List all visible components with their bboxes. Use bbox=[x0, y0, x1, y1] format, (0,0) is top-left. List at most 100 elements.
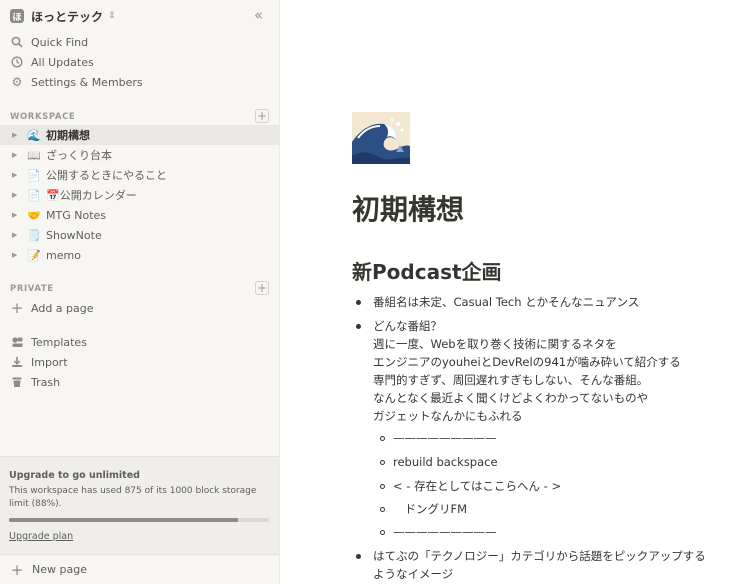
bullet-item[interactable]: 番組名は未定、Casual Tech とかそんなニュアンス bbox=[356, 293, 639, 311]
add-a-page-label: Add a page bbox=[31, 301, 94, 315]
sidebar-page-rough-script[interactable]: ▶ 📖 ざっくり台本 bbox=[0, 145, 279, 165]
great-wave-emoji-icon[interactable] bbox=[352, 112, 410, 164]
upgrade-panel: Upgrade to go unlimited This workspace h… bbox=[0, 456, 279, 554]
sidebar-page-memo[interactable]: ▶ 📝 memo bbox=[0, 245, 279, 265]
sidebar-page-label: ShowNote bbox=[46, 228, 102, 242]
import-icon bbox=[10, 356, 24, 368]
upgrade-plan-link[interactable]: Upgrade plan bbox=[9, 531, 73, 542]
chevron-updown-icon: ⇕ bbox=[108, 11, 116, 21]
sub-bullet-item[interactable]: rebuild backspace bbox=[380, 453, 498, 471]
document-icon: 📄 bbox=[27, 188, 41, 202]
templates-label: Templates bbox=[31, 335, 87, 349]
sub-bullet-ring bbox=[380, 484, 385, 489]
sub-bullet-item[interactable]: ドングリFM bbox=[380, 500, 467, 518]
sidebar: ほ ほっとテック ⇕ ‹‹ Quick Find All Updates ⚙ S… bbox=[0, 0, 280, 584]
quick-find-label: Quick Find bbox=[31, 35, 89, 49]
trash-button[interactable]: Trash bbox=[10, 372, 60, 392]
upgrade-title: Upgrade to go unlimited bbox=[9, 470, 140, 481]
sidebar-page-shownote[interactable]: ▶ 🗒️ ShowNote bbox=[0, 225, 279, 245]
sub-bullet-text: rebuild backspace bbox=[393, 455, 498, 469]
add-a-page-button[interactable]: + Add a page bbox=[10, 298, 94, 318]
trash-icon bbox=[10, 376, 24, 388]
sidebar-page-publish-todo[interactable]: ▶ 📄 公開するときにやること bbox=[0, 165, 279, 185]
bullet-line: ガジェットなんかにもふれる bbox=[373, 409, 523, 423]
sub-bullet-item[interactable]: ————————— bbox=[380, 523, 497, 541]
sub-bullet-item[interactable]: ————————— bbox=[380, 429, 497, 447]
sub-bullet-text: ————————— bbox=[393, 525, 497, 539]
bullet-line: どんな番組？ bbox=[373, 319, 442, 333]
sidebar-page-initial-concept[interactable]: ▶ 🌊 初期構想 bbox=[0, 125, 279, 145]
sub-bullet-text: < - 存在としてはここらへん - > bbox=[393, 479, 562, 493]
search-icon bbox=[10, 36, 24, 48]
sidebar-page-label: memo bbox=[46, 248, 81, 262]
workspace-switcher[interactable]: ほ ほっとテック ⇕ bbox=[10, 6, 116, 26]
templates-button[interactable]: Templates bbox=[10, 332, 87, 352]
workspace-section-label: WORKSPACE bbox=[10, 112, 76, 122]
upgrade-description: This workspace has used 875 of its 1000 … bbox=[9, 486, 257, 509]
notepad-icon: 🗒️ bbox=[27, 228, 41, 242]
expand-triangle-icon[interactable]: ▶ bbox=[12, 231, 22, 239]
sidebar-page-label: 公開するときにやること bbox=[46, 169, 167, 182]
expand-triangle-icon[interactable]: ▶ bbox=[12, 151, 22, 159]
bullet-line: ようなイメージ bbox=[373, 567, 454, 581]
sidebar-page-label: 📅公開カレンダー bbox=[46, 189, 137, 202]
bullet-line: なんとなく最近よく聞くけどよくわかってないものや bbox=[373, 391, 649, 405]
page-content: 初期構想 新Podcast企画 番組名は未定、Casual Tech とかそんな… bbox=[280, 0, 740, 584]
expand-triangle-icon[interactable]: ▶ bbox=[12, 251, 22, 259]
page-title[interactable]: 初期構想 bbox=[352, 188, 464, 228]
storage-progress-fill bbox=[9, 518, 238, 522]
expand-triangle-icon[interactable]: ▶ bbox=[12, 191, 22, 199]
add-workspace-page-button[interactable]: + bbox=[255, 109, 269, 123]
private-section-label: PRIVATE bbox=[10, 284, 54, 294]
bullet-dot bbox=[356, 300, 361, 305]
sidebar-page-label: MTG Notes bbox=[46, 208, 107, 222]
settings-members-button[interactable]: ⚙ Settings & Members bbox=[10, 72, 143, 92]
bullet-item[interactable]: どんな番組？ 週に一度、Webを取り巻く技術に関するネタを エンジニアのyouh… bbox=[356, 317, 681, 425]
sub-bullet-text: ドングリFM bbox=[393, 502, 468, 516]
bullet-line: 番組名は未定、Casual Tech とかそんなニュアンス bbox=[373, 295, 640, 309]
all-updates-label: All Updates bbox=[31, 55, 94, 69]
gear-icon: ⚙ bbox=[11, 75, 23, 89]
section-heading[interactable]: 新Podcast企画 bbox=[352, 256, 502, 285]
plus-icon: + bbox=[10, 299, 24, 317]
all-updates-button[interactable]: All Updates bbox=[10, 52, 94, 72]
workspace-name: ほっとテック bbox=[31, 9, 104, 24]
bullet-dot bbox=[356, 554, 361, 559]
sub-bullet-ring bbox=[380, 436, 385, 441]
new-page-label: New page bbox=[32, 563, 87, 576]
expand-triangle-icon[interactable]: ▶ bbox=[12, 171, 22, 179]
add-private-page-button[interactable]: + bbox=[255, 281, 269, 295]
trash-label: Trash bbox=[31, 375, 61, 389]
wave-icon: 🌊 bbox=[27, 128, 41, 142]
bullet-line: はてぶの「テクノロジー」カテゴリから話題をピックアップする bbox=[373, 549, 706, 563]
new-page-button[interactable]: + New page bbox=[0, 554, 279, 584]
import-button[interactable]: Import bbox=[10, 352, 68, 372]
document-icon: 📄 bbox=[27, 168, 41, 182]
quick-find-button[interactable]: Quick Find bbox=[10, 32, 88, 52]
sub-bullet-item[interactable]: < - 存在としてはここらへん - > bbox=[380, 477, 561, 495]
sidebar-page-label: ざっくり台本 bbox=[46, 149, 112, 162]
sub-bullet-text: ————————— bbox=[393, 431, 497, 445]
book-icon: 📖 bbox=[27, 148, 41, 162]
sidebar-page-publish-calendar[interactable]: ▶ 📄 📅公開カレンダー bbox=[0, 185, 279, 205]
handshake-icon: 🤝 bbox=[27, 208, 41, 222]
bullet-line: 専門的すぎず、周回遅れすぎもしない、そんな番組。 bbox=[373, 373, 649, 387]
templates-icon bbox=[10, 336, 24, 348]
import-label: Import bbox=[31, 355, 68, 369]
expand-triangle-icon[interactable]: ▶ bbox=[12, 131, 22, 139]
memo-icon: 📝 bbox=[27, 248, 41, 262]
settings-members-label: Settings & Members bbox=[31, 75, 143, 89]
double-chevron-left-icon[interactable]: ‹‹ bbox=[254, 6, 263, 24]
storage-progress-bar bbox=[9, 518, 269, 522]
expand-triangle-icon[interactable]: ▶ bbox=[12, 211, 22, 219]
plus-icon: + bbox=[10, 560, 24, 579]
clock-icon bbox=[10, 56, 24, 68]
sub-bullet-ring bbox=[380, 530, 385, 535]
bullet-item[interactable]: はてぶの「テクノロジー」カテゴリから話題をピックアップする ようなイメージ bbox=[356, 547, 706, 583]
sub-bullet-ring bbox=[380, 460, 385, 465]
bullet-line: エンジニアのyouheiとDevRelの941が噛み砕いて紹介する bbox=[373, 355, 681, 369]
bullet-dot bbox=[356, 324, 361, 329]
sub-bullet-ring bbox=[380, 507, 385, 512]
workspace-badge: ほ bbox=[10, 9, 24, 23]
sidebar-page-mtg-notes[interactable]: ▶ 🤝 MTG Notes bbox=[0, 205, 279, 225]
